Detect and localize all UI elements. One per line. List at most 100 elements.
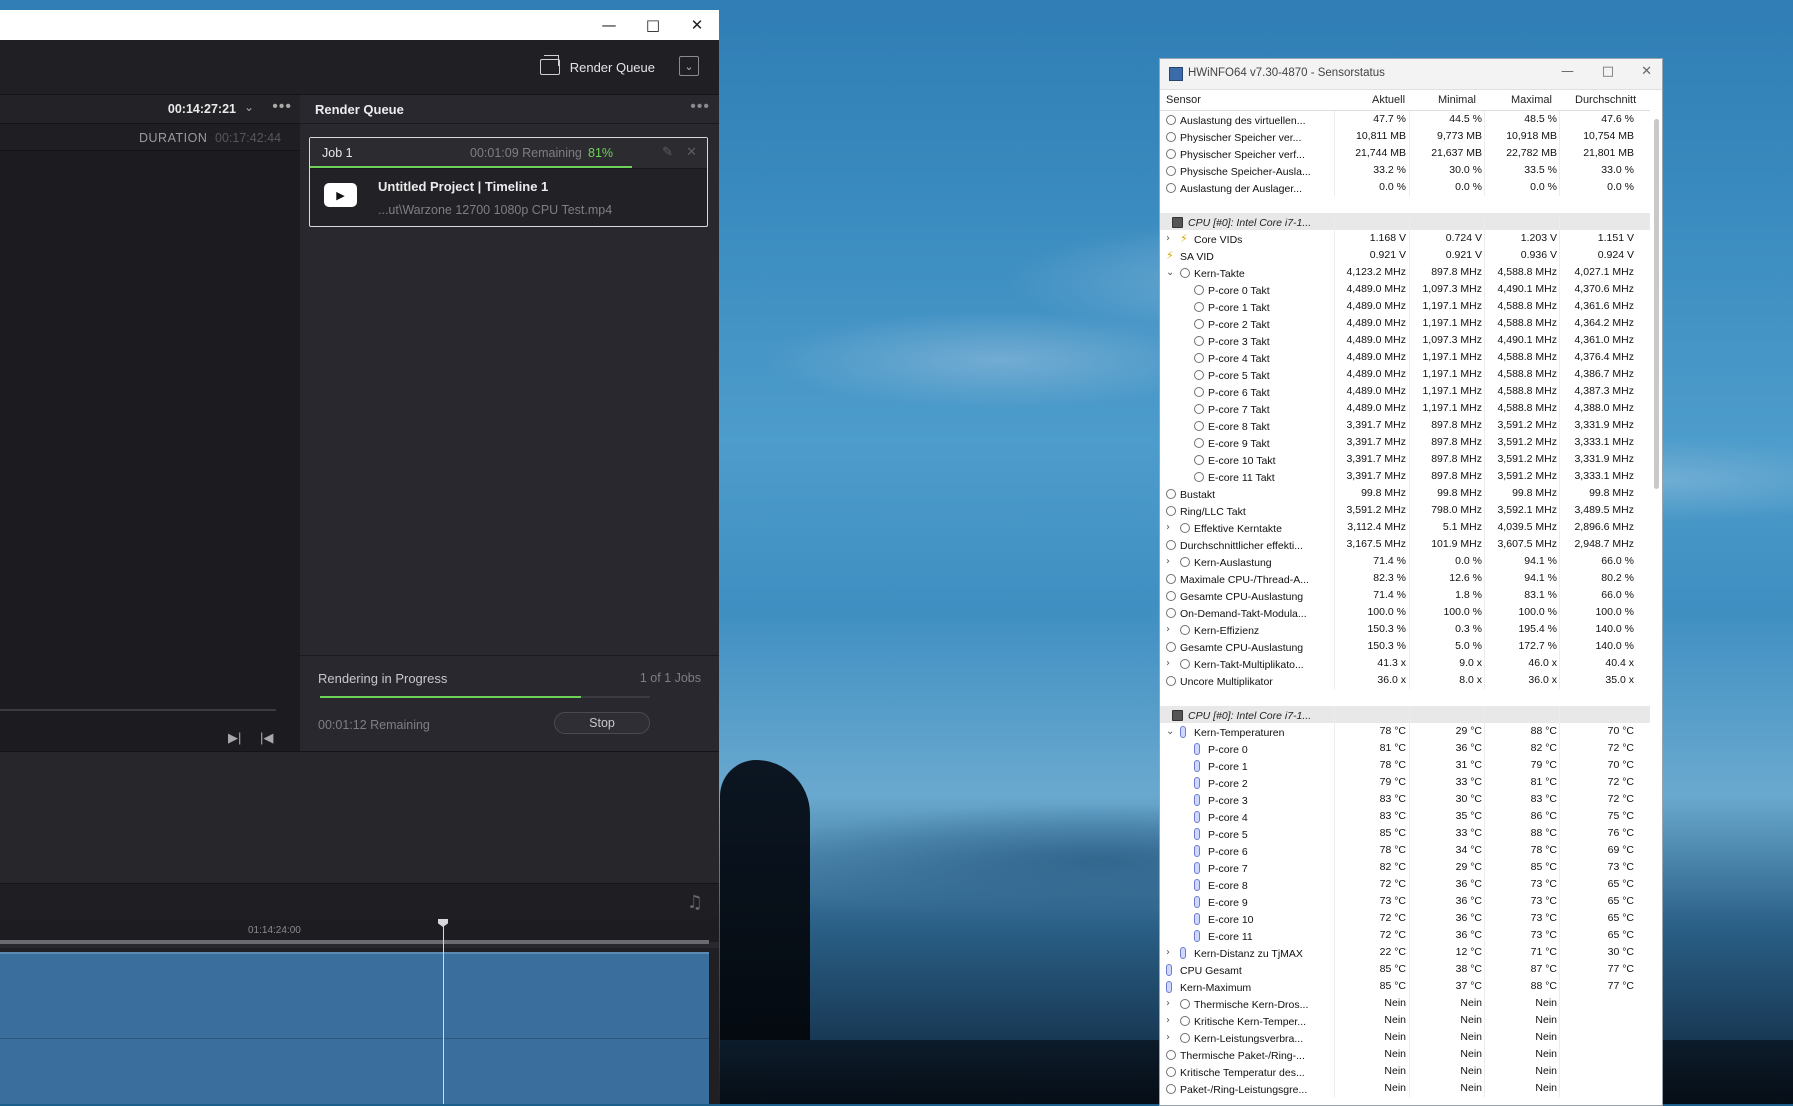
sensor-row[interactable]: On-Demand-Takt-Modula...100.0 %100.0 %10… xyxy=(1160,604,1650,621)
sensor-row[interactable]: P-core 6 Takt4,489.0 MHz1,197.1 MHz4,588… xyxy=(1160,383,1650,400)
sensor-row[interactable]: ⌄Kern-Takte4,123.2 MHz897.8 MHz4,588.8 M… xyxy=(1160,264,1650,281)
sensor-row[interactable]: E-core 1172 °C36 °C73 °C65 °C xyxy=(1160,927,1650,944)
sensor-row[interactable]: P-core 585 °C33 °C88 °C76 °C xyxy=(1160,825,1650,842)
sensor-label: P-core 1 xyxy=(1208,761,1248,772)
render-queue-more-icon[interactable]: ••• xyxy=(690,98,710,116)
stop-button[interactable]: Stop xyxy=(554,712,650,734)
sensor-row[interactable]: Gesamte CPU-Auslastung71.4 %1.8 %83.1 %6… xyxy=(1160,587,1650,604)
sensor-row[interactable]: P-core 383 °C30 °C83 °C72 °C xyxy=(1160,791,1650,808)
sensor-row[interactable]: ⌄Kern-Temperaturen78 °C29 °C88 °C70 °C xyxy=(1160,723,1650,740)
sensor-row[interactable]: Kern-Maximum85 °C37 °C88 °C77 °C xyxy=(1160,978,1650,995)
col-current[interactable]: Aktuell xyxy=(1372,94,1405,106)
chevron-down-icon[interactable]: ⌄ xyxy=(679,56,699,76)
job-close-icon[interactable]: ✕ xyxy=(686,144,697,160)
sensor-row[interactable]: E-core 872 °C36 °C73 °C65 °C xyxy=(1160,876,1650,893)
chevron-right-icon[interactable]: › xyxy=(1166,624,1170,635)
sensor-row[interactable]: P-core 178 °C31 °C79 °C70 °C xyxy=(1160,757,1650,774)
timeline-ruler[interactable]: 01:14:24:00 xyxy=(0,919,719,942)
chevron-down-icon[interactable]: ⌄ xyxy=(1166,726,1174,737)
sensor-row[interactable]: Paket-/Ring-Leistungsgre...NeinNeinNein xyxy=(1160,1080,1650,1097)
sensor-row[interactable]: ›⚡Core VIDs1.168 V0.724 V1.203 V1.151 V xyxy=(1160,230,1650,247)
sensor-row[interactable]: E-core 8 Takt3,391.7 MHz897.8 MHz3,591.2… xyxy=(1160,417,1650,434)
sensor-row[interactable]: Kritische Temperatur des...NeinNeinNein xyxy=(1160,1063,1650,1080)
hwinfo-close-icon[interactable]: ✕ xyxy=(1641,64,1652,79)
render-queue-toggle[interactable]: Render Queue xyxy=(540,59,655,75)
sensor-row[interactable]: ›Kern-Auslastung71.4 %0.0 %94.1 %66.0 % xyxy=(1160,553,1650,570)
chevron-right-icon[interactable]: › xyxy=(1166,233,1170,244)
col-minimum[interactable]: Minimal xyxy=(1438,94,1476,106)
minimize-icon[interactable]: — xyxy=(587,10,631,40)
chevron-down-icon[interactable]: ⌄ xyxy=(1166,267,1174,278)
sensor-row[interactable]: P-core 678 °C34 °C78 °C69 °C xyxy=(1160,842,1650,859)
close-icon[interactable]: ✕ xyxy=(675,10,719,40)
previous-frame-icon[interactable]: |◀ xyxy=(260,730,273,746)
chevron-right-icon[interactable]: › xyxy=(1166,658,1170,669)
chevron-right-icon[interactable]: › xyxy=(1166,998,1170,1009)
more-options-icon[interactable]: ••• xyxy=(272,98,292,116)
maximize-icon[interactable]: □ xyxy=(631,10,675,40)
sensor-row[interactable]: Thermische Paket-/Ring-...NeinNeinNein xyxy=(1160,1046,1650,1063)
sensor-row[interactable]: ›Kern-Takt-Multiplikato...41.3 x9.0 x46.… xyxy=(1160,655,1650,672)
render-job-card[interactable]: Job 1 00:01:09 Remaining 81% ✎ ✕ ▶ Untit… xyxy=(309,137,708,227)
chevron-right-icon[interactable]: › xyxy=(1166,947,1170,958)
value-maximum: 4,588.8 MHz xyxy=(1487,266,1557,279)
pencil-icon[interactable]: ✎ xyxy=(662,144,673,160)
sensor-row[interactable]: P-core 0 Takt4,489.0 MHz1,097.3 MHz4,490… xyxy=(1160,281,1650,298)
timecode-chevron-icon[interactable]: ⌄ xyxy=(244,100,254,114)
sensor-row[interactable]: E-core 11 Takt3,391.7 MHz897.8 MHz3,591.… xyxy=(1160,468,1650,485)
sensor-row[interactable]: P-core 7 Takt4,489.0 MHz1,197.1 MHz4,588… xyxy=(1160,400,1650,417)
chevron-right-icon[interactable]: › xyxy=(1166,522,1170,533)
sensor-row[interactable]: Durchschnittlicher effekti...3,167.5 MHz… xyxy=(1160,536,1650,553)
sensor-row[interactable]: Bustakt99.8 MHz99.8 MHz99.8 MHz99.8 MHz xyxy=(1160,485,1650,502)
sensor-row[interactable]: ⚡SA VID0.921 V0.921 V0.936 V0.924 V xyxy=(1160,247,1650,264)
sensor-row[interactable]: ›Kern-Effizienz150.3 %0.3 %195.4 %140.0 … xyxy=(1160,621,1650,638)
sensor-row[interactable]: P-core 782 °C29 °C85 °C73 °C xyxy=(1160,859,1650,876)
sensor-row[interactable]: Maximale CPU-/Thread-A...82.3 %12.6 %94.… xyxy=(1160,570,1650,587)
col-average[interactable]: Durchschnitt xyxy=(1575,94,1636,106)
sensor-row[interactable]: Auslastung des virtuellen...47.7 %44.5 %… xyxy=(1160,111,1650,128)
sensor-row[interactable]: P-core 081 °C36 °C82 °C72 °C xyxy=(1160,740,1650,757)
hwinfo-minimize-icon[interactable]: — xyxy=(1561,64,1574,79)
sensor-group-row[interactable]: ⌄CPU [#0]: Intel Core i7-1... xyxy=(1160,213,1650,230)
sensor-row[interactable]: E-core 1072 °C36 °C73 °C65 °C xyxy=(1160,910,1650,927)
sensor-row[interactable]: ›Effektive Kerntakte3,112.4 MHz5.1 MHz4,… xyxy=(1160,519,1650,536)
sensor-row[interactable]: Uncore Multiplikator36.0 x8.0 x36.0 x35.… xyxy=(1160,672,1650,689)
chevron-right-icon[interactable]: › xyxy=(1166,556,1170,567)
chevron-right-icon[interactable]: › xyxy=(1166,1015,1170,1026)
sensor-row[interactable]: Gesamte CPU-Auslastung150.3 %5.0 %172.7 … xyxy=(1160,638,1650,655)
sensor-group-row[interactable]: ⌄CPU [#0]: Intel Core i7-1... xyxy=(1160,706,1650,723)
scrub-bar[interactable] xyxy=(0,709,276,711)
sensor-row[interactable]: P-core 279 °C33 °C81 °C72 °C xyxy=(1160,774,1650,791)
sensor-name-cell: Physische Speicher-Ausla... xyxy=(1160,164,1334,177)
sensor-row[interactable]: CPU Gesamt85 °C38 °C87 °C77 °C xyxy=(1160,961,1650,978)
sensor-row[interactable]: Physischer Speicher verf...21,744 MB21,6… xyxy=(1160,145,1650,162)
value-minimum: 0.0 % xyxy=(1412,181,1482,194)
col-sensor[interactable]: Sensor xyxy=(1166,94,1201,106)
next-frame-icon[interactable]: ▶| xyxy=(228,730,241,746)
playhead-line[interactable] xyxy=(443,919,444,1104)
sensor-row[interactable]: ›Thermische Kern-Dros...NeinNeinNein xyxy=(1160,995,1650,1012)
sensor-row[interactable]: P-core 5 Takt4,489.0 MHz1,197.1 MHz4,588… xyxy=(1160,366,1650,383)
sensor-row[interactable]: P-core 2 Takt4,489.0 MHz1,197.1 MHz4,588… xyxy=(1160,315,1650,332)
sensor-row[interactable]: P-core 1 Takt4,489.0 MHz1,197.1 MHz4,588… xyxy=(1160,298,1650,315)
hwinfo-scrollbar[interactable] xyxy=(1654,119,1659,489)
sensor-row[interactable]: Ring/LLC Takt3,591.2 MHz798.0 MHz3,592.1… xyxy=(1160,502,1650,519)
sensor-row[interactable]: ›Kern-Distanz zu TjMAX22 °C12 °C71 °C30 … xyxy=(1160,944,1650,961)
sensor-row[interactable]: ›Kritische Kern-Temper...NeinNeinNein xyxy=(1160,1012,1650,1029)
sensor-row[interactable]: Physische Speicher-Ausla...33.2 %30.0 %3… xyxy=(1160,162,1650,179)
chevron-right-icon[interactable]: › xyxy=(1166,1032,1170,1043)
sensor-row[interactable]: E-core 9 Takt3,391.7 MHz897.8 MHz3,591.2… xyxy=(1160,434,1650,451)
sensor-label: E-core 11 Takt xyxy=(1208,472,1275,483)
sensor-row[interactable]: ›Kern-Leistungsverbra...NeinNeinNein xyxy=(1160,1029,1650,1046)
sensor-row[interactable]: Physischer Speicher ver...10,811 MB9,773… xyxy=(1160,128,1650,145)
music-note-icon[interactable]: ♫ xyxy=(687,892,703,913)
sensor-row[interactable]: E-core 973 °C36 °C73 °C65 °C xyxy=(1160,893,1650,910)
sensor-row[interactable]: Auslastung der Auslager...0.0 %0.0 %0.0 … xyxy=(1160,179,1650,196)
video-clip[interactable] xyxy=(0,952,709,1104)
sensor-row[interactable]: P-core 483 °C35 °C86 °C75 °C xyxy=(1160,808,1650,825)
sensor-row[interactable]: P-core 4 Takt4,489.0 MHz1,197.1 MHz4,588… xyxy=(1160,349,1650,366)
sensor-row[interactable]: E-core 10 Takt3,391.7 MHz897.8 MHz3,591.… xyxy=(1160,451,1650,468)
col-maximum[interactable]: Maximal xyxy=(1511,94,1552,106)
hwinfo-maximize-icon[interactable]: □ xyxy=(1602,64,1614,79)
sensor-row[interactable]: P-core 3 Takt4,489.0 MHz1,097.3 MHz4,490… xyxy=(1160,332,1650,349)
